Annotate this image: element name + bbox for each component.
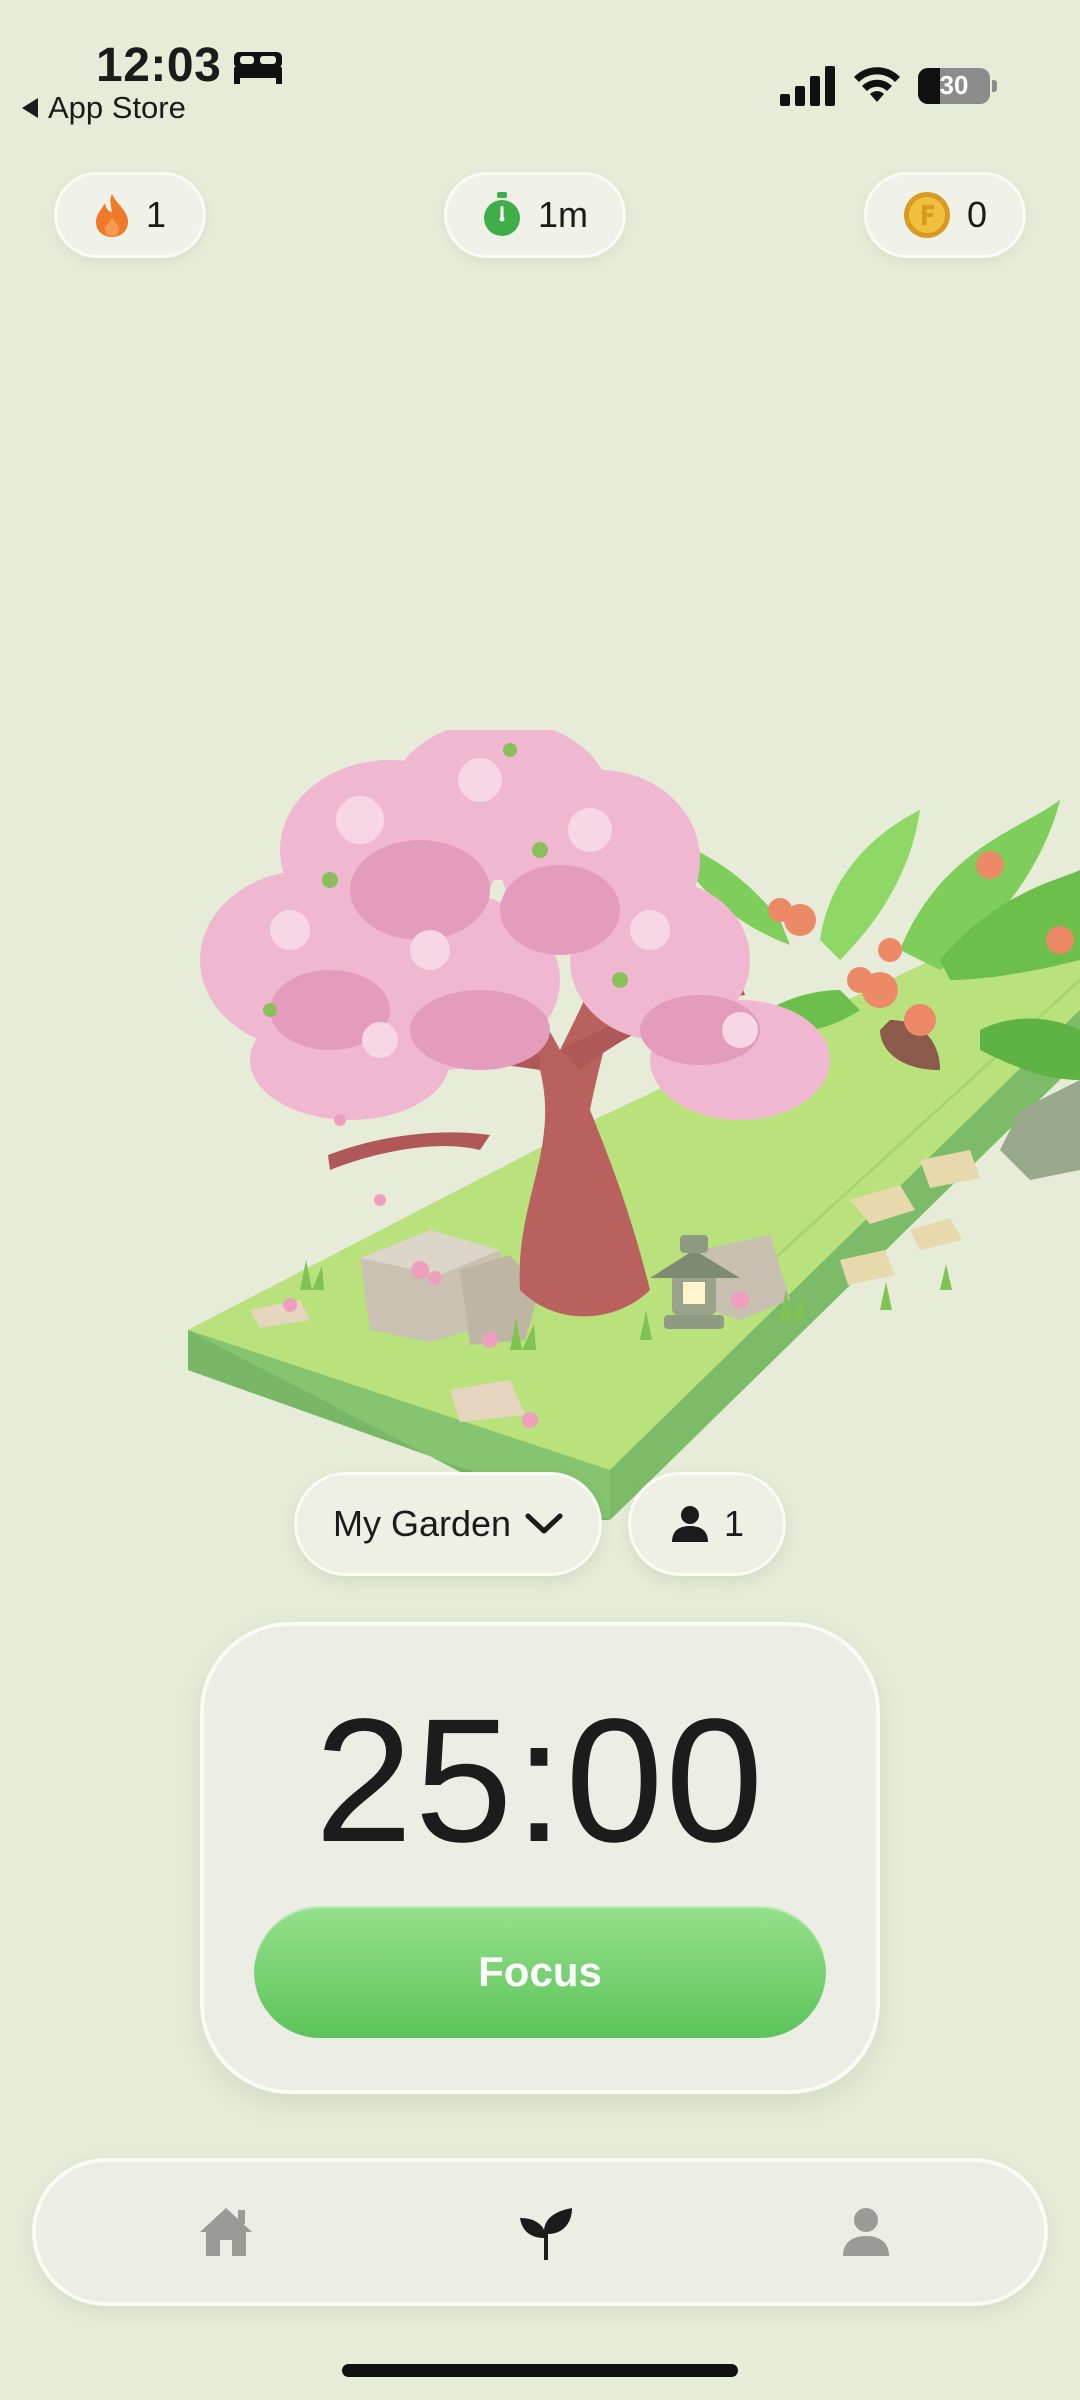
focus-time-pill[interactable]: 1m (444, 172, 626, 258)
timer-card: 25:00 Focus (200, 1622, 880, 2094)
coins-pill[interactable]: 0 (864, 172, 1026, 258)
coin-count: 0 (966, 194, 988, 235)
streak-pill[interactable]: 1 (54, 172, 206, 258)
home-indicator[interactable] (342, 2364, 738, 2377)
bed-icon (234, 52, 282, 84)
flame-icon (95, 194, 128, 237)
battery-indicator: 30 (918, 68, 990, 104)
chevron-down-icon (525, 1513, 563, 1534)
garden-selector-button[interactable]: My Garden (294, 1472, 602, 1576)
battery-nub (992, 80, 997, 92)
garden-members-button[interactable]: 1 (628, 1472, 786, 1576)
coin-icon (903, 192, 950, 238)
home-icon (200, 2208, 252, 2256)
timer-display[interactable]: 25:00 (204, 1680, 876, 1882)
back-app-label: App Store (48, 90, 186, 125)
member-count: 1 (723, 1503, 745, 1544)
battery-level: 30 (939, 70, 969, 100)
tab-home[interactable] (186, 2196, 266, 2268)
person-icon (671, 1506, 708, 1542)
back-to-app-store[interactable]: App Store (22, 90, 186, 126)
tab-garden[interactable] (506, 2196, 586, 2268)
streak-count: 1 (145, 194, 167, 235)
tab-profile[interactable] (826, 2196, 906, 2268)
stopwatch-icon (483, 192, 520, 236)
wifi-icon (854, 67, 900, 102)
focus-button[interactable]: Focus (254, 1906, 826, 2038)
tab-bar (32, 2158, 1048, 2306)
garden-name: My Garden (332, 1503, 512, 1544)
profile-icon (843, 2208, 889, 2256)
status-time: 12:03 (96, 39, 222, 92)
garden-scene[interactable] (180, 730, 1080, 1520)
back-arrow-icon (22, 98, 38, 118)
sprout-icon (520, 2208, 572, 2260)
focus-time-value: 1m (537, 194, 588, 235)
cellular-signal-icon (780, 66, 835, 106)
